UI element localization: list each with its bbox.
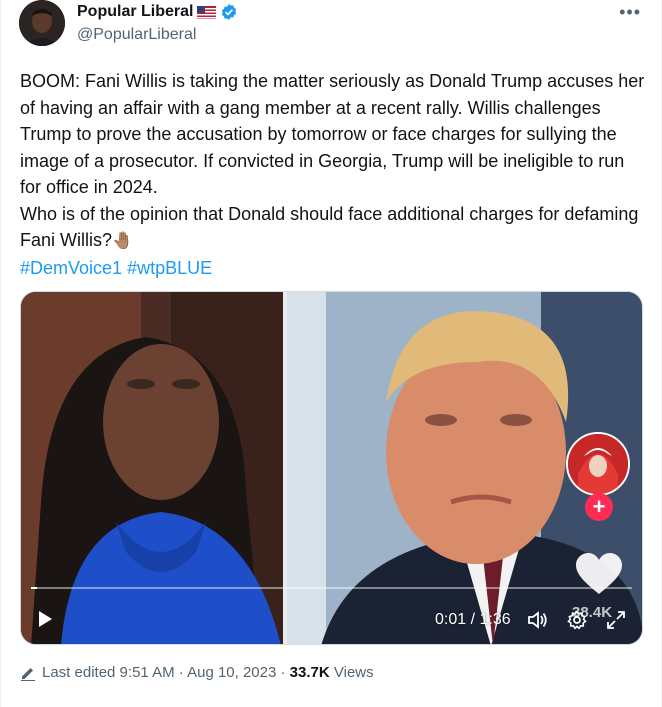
views-label: Views (333, 664, 374, 681)
play-icon[interactable] (35, 609, 55, 629)
pencil-icon (21, 667, 35, 681)
video-player[interactable]: + 38.4K 0:01 / 1:36 (20, 291, 643, 645)
tweet-meta: Last edited 9:51 AM · Aug 10, 2023 · 33.… (20, 664, 374, 681)
author-name-row: Popular Liberal (77, 3, 238, 21)
tweet-card: Popular Liberal @PopularLiberal ••• BOOM… (0, 0, 662, 707)
hashtags: #DemVoice1 #wtpBLUE (20, 255, 648, 282)
tweet-text: BOOM: Fani Willis is taking the matter s… (20, 68, 648, 281)
creator-avatar-image (568, 434, 628, 494)
follow-plus-icon[interactable]: + (585, 493, 613, 521)
more-options-icon[interactable]: ••• (619, 2, 641, 23)
gear-icon[interactable] (567, 610, 587, 630)
views-count: 33.7K (289, 664, 330, 681)
edit-history-link[interactable]: Last edited 9:51 AM · Aug 10, 2023 · 33.… (42, 664, 374, 681)
video-progress-fill (31, 587, 37, 589)
hashtag-demvoice1[interactable]: #DemVoice1 (20, 258, 122, 278)
us-flag-icon (197, 5, 217, 19)
creator-avatar[interactable] (566, 432, 630, 496)
raised-hand-emoji: 🤚🏽 (112, 231, 134, 250)
tweet-paragraph-1: BOOM: Fani Willis is taking the matter s… (20, 71, 645, 197)
expand-icon[interactable] (606, 610, 626, 630)
author-handle[interactable]: @PopularLiberal (77, 26, 196, 44)
edited-timestamp: Last edited 9:51 AM · Aug 10, 2023 · (42, 664, 290, 681)
video-time: 0:01 / 1:36 (435, 611, 511, 628)
hashtag-wtpblue[interactable]: #wtpBLUE (127, 258, 212, 278)
avatar-image (19, 0, 65, 46)
tweet-paragraph-2: Who is of the opinion that Donald should… (20, 201, 648, 255)
video-frame (21, 292, 642, 644)
author-display-name[interactable]: Popular Liberal (77, 3, 193, 21)
author-avatar[interactable] (19, 0, 65, 46)
volume-icon[interactable] (527, 610, 549, 630)
video-progress-bar[interactable] (31, 587, 632, 589)
heart-icon[interactable] (574, 552, 624, 596)
verified-badge-icon (222, 4, 237, 20)
